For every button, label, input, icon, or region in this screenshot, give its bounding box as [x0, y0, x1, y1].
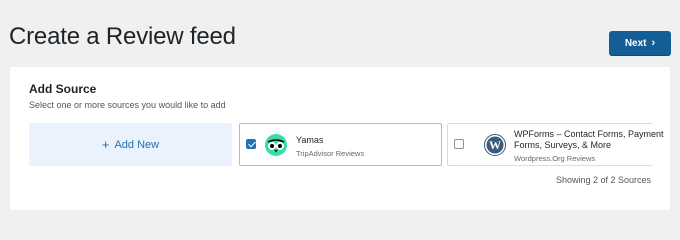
panel-subtitle: Select one or more sources you would lik…: [29, 100, 226, 110]
source-type: TripAdvisor Reviews: [296, 149, 365, 158]
wordpress-icon: W: [484, 134, 506, 156]
next-button-label: Next: [624, 37, 647, 49]
tripadvisor-owl-icon: [265, 134, 287, 156]
chevron-right-icon: ›: [651, 36, 656, 49]
source-card-yamas[interactable]: Yamas TripAdvisor Reviews: [239, 123, 442, 166]
add-source-panel: Add Source Select one or more sources yo…: [10, 67, 670, 210]
source-card-wpforms[interactable]: W WPForms – Contact Forms, Payment Forms…: [447, 123, 664, 166]
panel-title: Add Source: [29, 82, 97, 96]
source-type: Wordpress.Org Reviews: [514, 154, 596, 163]
add-new-source-button[interactable]: + Add New: [29, 123, 232, 166]
page-title: Create a Review feed: [9, 23, 236, 50]
source-checkbox-yamas[interactable]: [246, 139, 256, 149]
source-checkbox-wpforms[interactable]: [454, 139, 464, 149]
source-name: WPForms – Contact Forms, Payment Forms, …: [514, 129, 664, 150]
next-button[interactable]: Next ›: [609, 31, 671, 55]
add-new-label: Add New: [114, 138, 160, 151]
plus-icon: +: [101, 137, 110, 152]
source-name: Yamas: [296, 135, 324, 145]
svg-text:W: W: [489, 138, 501, 152]
sources-count: Showing 2 of 2 Sources: [555, 175, 651, 185]
